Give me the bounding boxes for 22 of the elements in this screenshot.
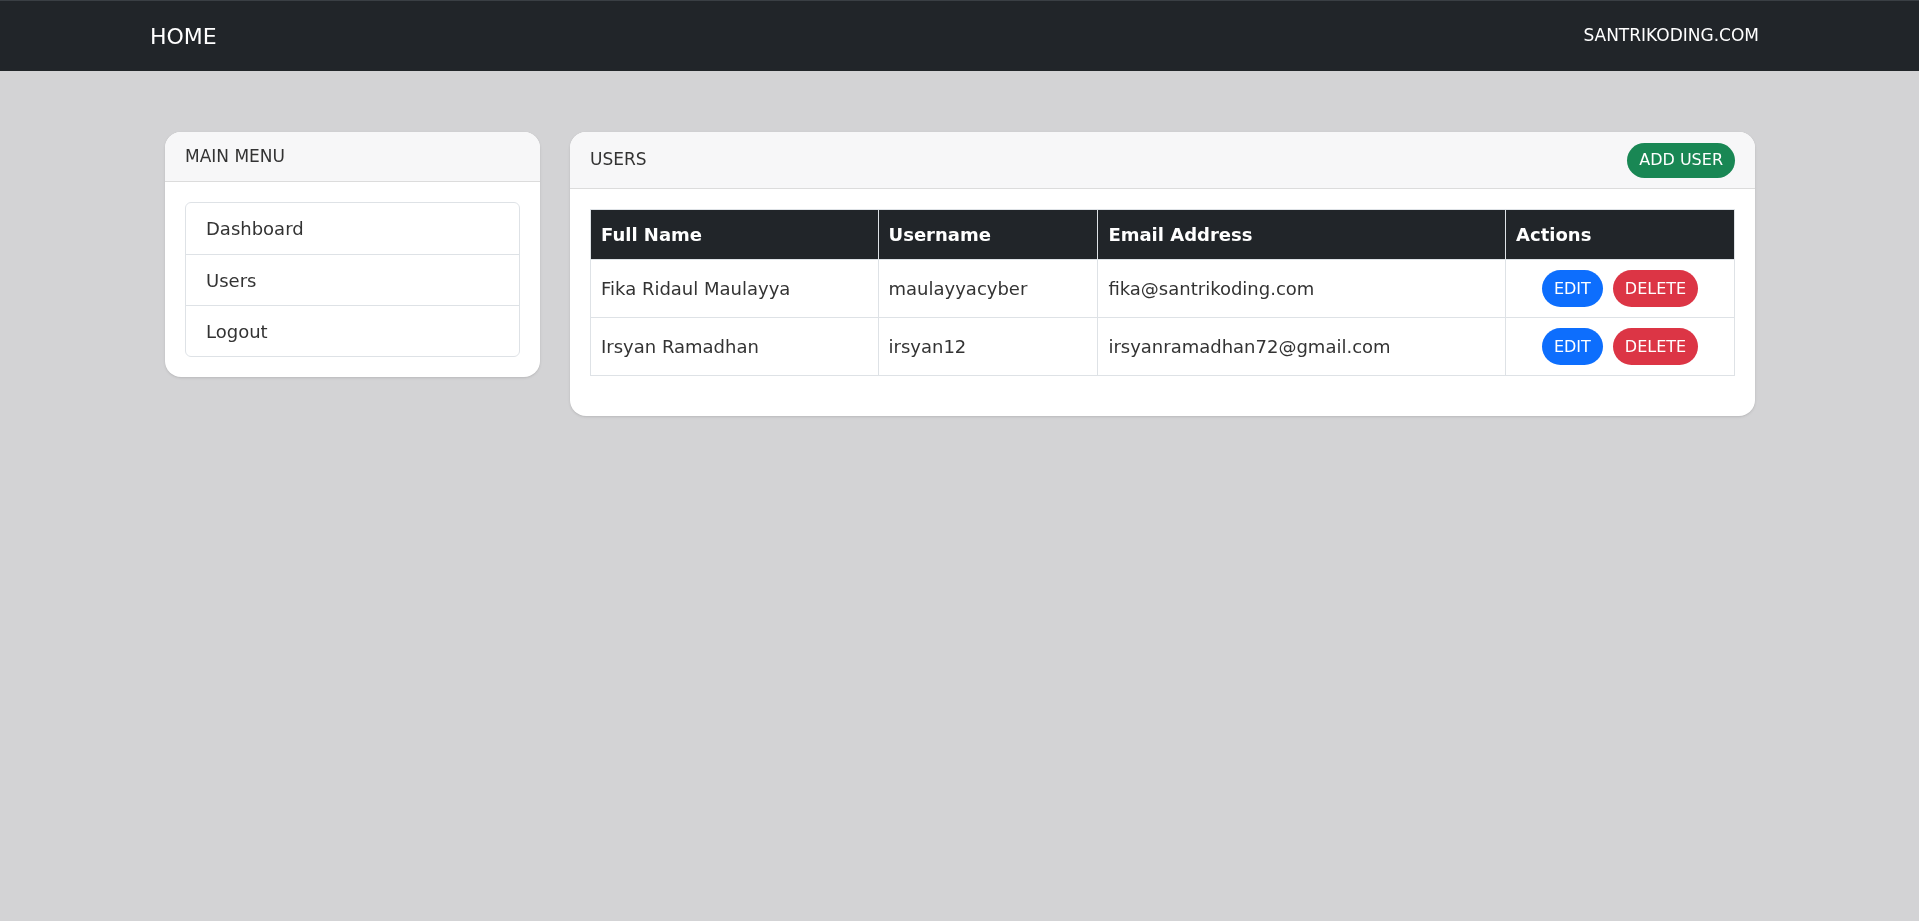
users-title: USERS bbox=[590, 148, 647, 172]
column-header: Actions bbox=[1505, 209, 1735, 260]
delete-button[interactable]: DELETE bbox=[1612, 270, 1699, 307]
table-cell: irsyanramadhan72@gmail.com bbox=[1097, 317, 1506, 376]
column-header: Full Name bbox=[590, 209, 879, 260]
home-link[interactable]: HOME bbox=[150, 19, 217, 53]
site-link[interactable]: SANTRIKODING.COM bbox=[1583, 23, 1759, 49]
menu-item[interactable]: Dashboard bbox=[186, 203, 519, 254]
add-user-button[interactable]: ADD USER bbox=[1627, 142, 1735, 178]
table-cell: irsyan12 bbox=[878, 317, 1098, 376]
column-header: Email Address bbox=[1097, 209, 1506, 260]
menu-title: MAIN MENU bbox=[185, 144, 285, 168]
menu-item[interactable]: Logout bbox=[186, 305, 519, 356]
edit-button[interactable]: EDIT bbox=[1541, 328, 1603, 365]
delete-button[interactable]: DELETE bbox=[1612, 328, 1699, 365]
table-cell: maulayyacyber bbox=[878, 259, 1098, 318]
edit-button[interactable]: EDIT bbox=[1541, 270, 1603, 307]
table-cell: Fika Ridaul Maulayya bbox=[590, 259, 879, 318]
table-cell: fika@santrikoding.com bbox=[1097, 259, 1506, 318]
column-header: Username bbox=[878, 209, 1098, 260]
table-cell: Irsyan Ramadhan bbox=[590, 317, 879, 376]
menu-item[interactable]: Users bbox=[186, 254, 519, 305]
